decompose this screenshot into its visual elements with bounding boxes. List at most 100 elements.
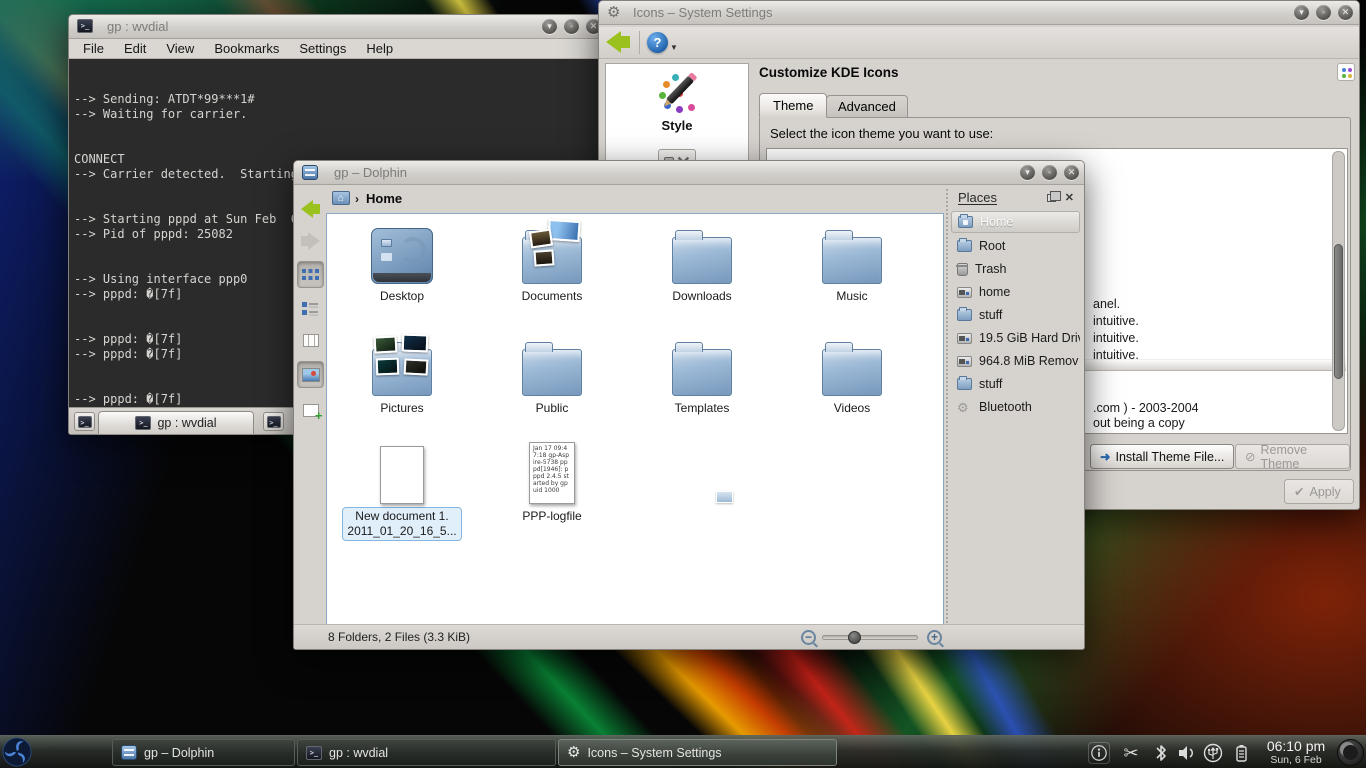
photo-thumbnail (374, 335, 398, 353)
scrollbar-thumb[interactable] (1334, 244, 1343, 379)
tab-theme[interactable]: Theme (759, 93, 827, 118)
theme-list-item[interactable]: intuitive. (1093, 314, 1139, 328)
zoom-in-icon[interactable]: + (927, 630, 942, 645)
clock[interactable]: 06:10 pm Sun, 6 Feb (1258, 738, 1334, 766)
zoom-out-icon[interactable]: − (801, 630, 816, 645)
file-item-music[interactable]: Music (782, 220, 922, 304)
place-home[interactable]: Home (951, 211, 1080, 233)
place-stuff[interactable]: stuff (951, 304, 1080, 326)
tab-advanced[interactable]: Advanced (826, 95, 908, 118)
clock-date: Sun, 6 Feb (1258, 754, 1334, 766)
menu-help[interactable]: Help (356, 39, 403, 58)
compact-view-button[interactable] (297, 295, 324, 322)
klipper-scissors-icon[interactable]: ✂ (1120, 742, 1142, 764)
file-item-templates[interactable]: Templates (632, 332, 772, 416)
info-tray-icon[interactable] (1088, 742, 1110, 764)
float-panel-icon[interactable] (1047, 194, 1056, 202)
icons-view-button[interactable] (297, 261, 324, 288)
file-item-ppp-logfile[interactable]: Jan 17 09:4 7:18 gp-Asp ire-5738 pp pd[1… (482, 438, 622, 524)
install-theme-button[interactable]: ➜ Install Theme File... (1090, 444, 1234, 469)
overview-icon[interactable] (1337, 63, 1355, 81)
file-item-desktop[interactable]: Desktop (332, 220, 472, 304)
system-settings-titlebar[interactable]: ⚙ Icons – System Settings ▾ ◦ ✕ (599, 1, 1359, 25)
sidebar-item-style[interactable]: Style (606, 72, 748, 133)
place-home-partition[interactable]: home (951, 281, 1080, 303)
trash-icon (957, 263, 968, 276)
menu-settings[interactable]: Settings (289, 39, 356, 58)
terminal-titlebar[interactable]: gp : wvdial ▾ ◦ ✕ (69, 15, 607, 39)
volume-icon[interactable] (1176, 742, 1198, 764)
photo-thumbnail (404, 358, 429, 375)
menu-edit[interactable]: Edit (114, 39, 156, 58)
terminal-icon (78, 416, 92, 428)
menu-bookmarks[interactable]: Bookmarks (204, 39, 289, 58)
device-notifier-icon[interactable] (1202, 742, 1224, 764)
file-item-new-document[interactable]: New document 1. 2011_01_20_16_5... (332, 438, 472, 541)
maximize-button[interactable]: ◦ (1316, 5, 1331, 20)
panel-toolbox-cashew[interactable] (1337, 739, 1364, 766)
place-removable[interactable]: 964.8 MiB Remov… (951, 350, 1080, 372)
task-dolphin[interactable]: gp – Dolphin (112, 739, 295, 766)
stray-thumbnail (716, 491, 733, 503)
theme-list-item[interactable]: intuitive. (1093, 331, 1139, 345)
help-button[interactable]: ? (647, 32, 668, 53)
launcher-button[interactable] (2, 737, 32, 768)
bluetooth-icon[interactable] (1150, 742, 1172, 764)
maximize-button[interactable]: ◦ (564, 19, 579, 34)
status-text: 8 Folders, 2 Files (3.3 KiB) (328, 630, 470, 644)
tab-list-button[interactable] (263, 412, 284, 431)
details-view-button[interactable] (297, 327, 324, 354)
task-wvdial[interactable]: gp : wvdial (297, 739, 556, 766)
back-button[interactable] (297, 195, 324, 222)
photo-thumbnail (376, 358, 400, 376)
chevron-down-icon[interactable]: ▼ (670, 43, 678, 52)
remove-theme-button[interactable]: ⊘ Remove Theme (1235, 444, 1350, 469)
place-trash[interactable]: Trash (951, 258, 1080, 280)
apply-button[interactable]: ✔ Apply (1284, 479, 1354, 504)
file-label: Pictures (332, 401, 472, 416)
file-item-videos[interactable]: Videos (782, 332, 922, 416)
minimize-button[interactable]: ▾ (1020, 165, 1035, 180)
desktop-folder-icon (371, 228, 433, 284)
scrollbar[interactable] (1332, 151, 1345, 431)
file-item-downloads[interactable]: Downloads (632, 220, 772, 304)
dolphin-title: gp – Dolphin (334, 165, 407, 180)
file-item-pictures[interactable]: Pictures (332, 332, 472, 416)
place-label: 19.5 GiB Hard Drive (979, 331, 1080, 345)
remove-theme-label: Remove Theme (1260, 443, 1340, 471)
maximize-button[interactable]: ◦ (1042, 165, 1057, 180)
terminal-tab[interactable]: gp : wvdial (98, 411, 254, 435)
forward-button[interactable] (297, 227, 324, 254)
dolphin-titlebar[interactable]: gp – Dolphin ▾ ◦ ✕ (294, 161, 1084, 185)
place-bluetooth[interactable]: ⚙Bluetooth (951, 396, 1080, 418)
new-tab-button[interactable] (74, 412, 95, 431)
breadcrumb[interactable]: Home (366, 191, 402, 206)
terminal-icon (77, 19, 93, 33)
close-panel-icon[interactable]: ✕ (1065, 191, 1074, 204)
task-label: gp – Dolphin (144, 746, 214, 760)
menu-file[interactable]: File (73, 39, 114, 58)
home-folder-icon[interactable]: ⌂ (332, 191, 350, 205)
file-item-documents[interactable]: Documents (482, 220, 622, 304)
split-view-button[interactable] (297, 397, 324, 424)
folder-icon (957, 240, 972, 252)
file-item-public[interactable]: Public (482, 332, 622, 416)
theme-list-item[interactable]: anel. (1093, 297, 1120, 311)
task-system-settings[interactable]: ⚙ Icons – System Settings (558, 739, 837, 766)
back-button[interactable] (606, 31, 630, 53)
battery-icon[interactable] (1230, 742, 1252, 764)
zoom-slider[interactable] (822, 635, 918, 640)
menu-view[interactable]: View (156, 39, 204, 58)
file-view[interactable]: Desktop Documents Downloads Music (326, 213, 944, 625)
place-root[interactable]: Root (951, 235, 1080, 257)
close-button[interactable]: ✕ (1064, 165, 1079, 180)
place-hard-drive[interactable]: 19.5 GiB Hard Drive (951, 327, 1080, 349)
preview-toggle-button[interactable] (297, 361, 324, 388)
zoom-slider-knob[interactable] (848, 631, 861, 644)
file-label: Downloads (632, 289, 772, 304)
terminal-menubar: File Edit View Bookmarks Settings Help (69, 39, 607, 59)
minimize-button[interactable]: ▾ (542, 19, 557, 34)
close-button[interactable]: ✕ (1338, 5, 1353, 20)
minimize-button[interactable]: ▾ (1294, 5, 1309, 20)
place-stuff-2[interactable]: stuff (951, 373, 1080, 395)
